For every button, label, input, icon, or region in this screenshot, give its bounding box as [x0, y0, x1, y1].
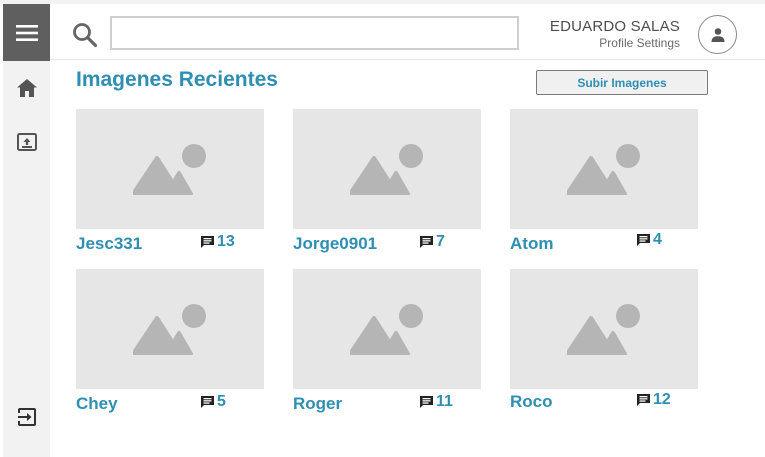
sidebar [3, 4, 50, 457]
image-author[interactable]: Roco [510, 392, 553, 412]
upload-images-button[interactable]: Subir Imagenes [536, 70, 708, 95]
sidebar-item-home[interactable] [3, 68, 50, 108]
image-card: Roco 12 [510, 269, 700, 419]
comment-count[interactable]: 4 [636, 231, 662, 249]
comment-icon [201, 236, 214, 248]
search-icon[interactable] [72, 22, 98, 48]
image-upload-icon [16, 133, 37, 151]
image-author[interactable]: Chey [76, 394, 118, 414]
home-icon [16, 79, 37, 97]
image-card: Jorge0901 7 [293, 109, 483, 259]
image-author[interactable]: Atom [510, 234, 553, 254]
user-icon [711, 27, 724, 42]
comment-count-value: 13 [217, 233, 235, 250]
comment-count[interactable]: 11 [419, 393, 453, 411]
sidebar-item-logout[interactable] [3, 397, 50, 437]
app-page: EDUARDO SALAS Profile Settings Imagenes … [0, 0, 765, 457]
comment-count[interactable]: 13 [200, 233, 235, 251]
image-placeholder-icon [567, 144, 640, 195]
comment-count-value: 12 [653, 391, 671, 408]
comment-icon [201, 396, 214, 408]
comment-count[interactable]: 5 [200, 393, 226, 411]
image-thumbnail[interactable] [76, 109, 264, 229]
menu-button[interactable] [3, 4, 50, 61]
menu-icon [15, 24, 38, 41]
comment-count-value: 4 [653, 231, 662, 248]
image-placeholder-icon [133, 144, 206, 195]
avatar[interactable] [698, 15, 737, 54]
profile-settings-link[interactable]: Profile Settings [599, 36, 680, 50]
top-bar: EDUARDO SALAS Profile Settings [50, 4, 765, 60]
image-author[interactable]: Jorge0901 [293, 234, 377, 254]
image-placeholder-icon [567, 304, 640, 355]
image-author[interactable]: Jesc331 [76, 234, 142, 254]
image-thumbnail[interactable] [293, 269, 481, 389]
image-thumbnail[interactable] [76, 269, 264, 389]
search-input[interactable] [110, 16, 519, 50]
comment-count[interactable]: 7 [419, 233, 445, 251]
image-thumbnail[interactable] [510, 109, 698, 229]
logout-icon [17, 408, 36, 426]
comment-icon [420, 396, 433, 408]
page-title: Imagenes Recientes [76, 68, 278, 91]
image-thumbnail[interactable] [293, 109, 481, 229]
comment-icon [637, 234, 650, 246]
comment-icon [637, 394, 650, 406]
image-placeholder-icon [350, 144, 423, 195]
image-card: Chey 5 [76, 269, 266, 419]
comment-count-value: 11 [436, 393, 453, 410]
comment-count-value: 7 [436, 233, 445, 250]
image-author[interactable]: Roger [293, 394, 342, 414]
sidebar-item-images[interactable] [3, 122, 50, 162]
image-card: Roger 11 [293, 269, 483, 419]
user-name: EDUARDO SALAS [549, 18, 680, 35]
image-thumbnail[interactable] [510, 269, 698, 389]
comment-icon [420, 236, 433, 248]
image-card: Atom 4 [510, 109, 700, 259]
comment-count[interactable]: 12 [636, 391, 671, 409]
comment-count-value: 5 [217, 393, 226, 410]
image-placeholder-icon [133, 304, 206, 355]
image-placeholder-icon [350, 304, 423, 355]
image-card: Jesc331 13 [76, 109, 266, 259]
